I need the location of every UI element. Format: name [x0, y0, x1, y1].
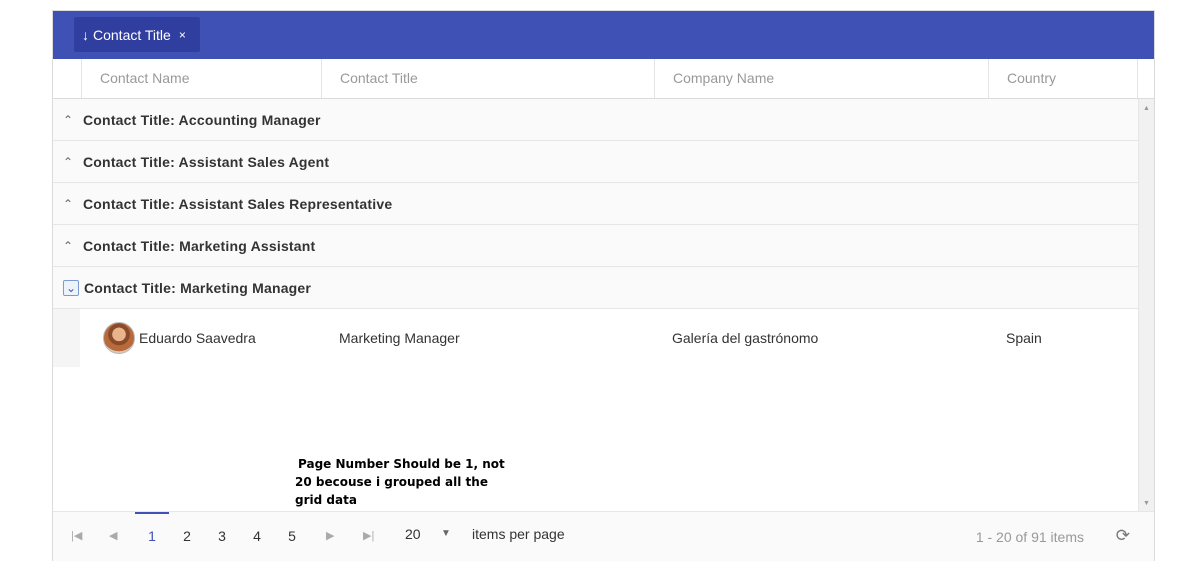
annotation-line: Page Number Should be 1, not — [298, 457, 505, 471]
column-header-country[interactable]: Country — [988, 59, 1138, 98]
scroll-down-icon[interactable]: ▼ — [1143, 500, 1150, 507]
group-row-label: Contact Title: Assistant Sales Represent… — [83, 195, 393, 212]
group-indent-header — [53, 59, 81, 98]
group-row-label: Contact Title: Marketing Assistant — [83, 237, 316, 254]
grid-body: ⌃ Contact Title: Accounting Manager ⌃ Co… — [53, 99, 1138, 511]
cell-country: Spain — [1006, 330, 1042, 346]
cell-contact-name: Eduardo Saavedra — [139, 330, 256, 346]
group-row[interactable]: ⌃ Contact Title: Assistant Sales Represe… — [53, 183, 1138, 225]
cell-company-name: Galería del gastrónomo — [672, 330, 819, 346]
group-panel: ↓ Contact Title × — [53, 11, 1154, 59]
page-size-select[interactable]: 20 — [405, 526, 421, 542]
previous-page-icon[interactable]: ◀ — [109, 529, 117, 542]
pager-info: 1 - 20 of 91 items — [975, 529, 1084, 545]
chevron-up-icon[interactable]: ⌃ — [53, 155, 83, 169]
vertical-scrollbar[interactable]: ▲ ▼ — [1138, 99, 1154, 511]
group-row-label: Contact Title: Marketing Manager — [84, 279, 312, 296]
group-row[interactable]: ⌃ Contact Title: Assistant Sales Agent — [53, 141, 1138, 183]
table-row[interactable]: Eduardo Saavedra Marketing Manager Galer… — [53, 309, 1138, 367]
page-1-button[interactable]: 1 — [135, 528, 169, 544]
close-icon[interactable]: × — [179, 28, 186, 42]
page-3-button[interactable]: 3 — [205, 528, 239, 544]
page-2-button[interactable]: 2 — [170, 528, 204, 544]
column-header-contact-title[interactable]: Contact Title — [321, 59, 654, 98]
pager: |◀ ◀ 1 2 3 4 5 ▶ ▶| 20 ▼ items per page … — [53, 511, 1154, 561]
avatar — [103, 322, 135, 354]
group-indent-cell — [53, 309, 80, 367]
chevron-down-icon[interactable]: ▼ — [441, 528, 451, 539]
group-row[interactable]: ⌄ Contact Title: Marketing Manager — [53, 267, 1138, 309]
next-page-icon[interactable]: ▶ — [326, 529, 334, 542]
chevron-up-icon[interactable]: ⌃ — [53, 239, 83, 253]
chevron-down-icon[interactable]: ⌄ — [63, 279, 79, 296]
active-page-indicator — [135, 512, 169, 514]
page-5-button[interactable]: 5 — [275, 528, 309, 544]
annotation-line: 20 becouse i grouped all the — [295, 475, 488, 489]
annotation-note: Page Number Should be 1, not 20 becouse … — [295, 455, 505, 509]
chevron-up-icon[interactable]: ⌃ — [53, 113, 83, 127]
annotation-line: grid data — [295, 493, 357, 507]
group-row[interactable]: ⌃ Contact Title: Marketing Assistant — [53, 225, 1138, 267]
data-grid: ↓ Contact Title × Contact Name Contact T… — [52, 10, 1155, 561]
sort-arrow-icon[interactable]: ↓ — [82, 27, 89, 43]
column-header-company-name[interactable]: Company Name — [654, 59, 988, 98]
refresh-icon[interactable]: ⟳ — [1116, 526, 1130, 546]
column-header-contact-name[interactable]: Contact Name — [81, 59, 321, 98]
first-page-icon[interactable]: |◀ — [71, 529, 82, 542]
column-header-row: Contact Name Contact Title Company Name … — [53, 59, 1154, 99]
group-row-label: Contact Title: Assistant Sales Agent — [83, 153, 330, 170]
last-page-icon[interactable]: ▶| — [363, 529, 374, 542]
group-row-label: Contact Title: Accounting Manager — [83, 111, 321, 128]
cell-contact-title: Marketing Manager — [339, 330, 460, 346]
chevron-up-icon[interactable]: ⌃ — [53, 197, 83, 211]
scroll-up-icon[interactable]: ▲ — [1143, 105, 1150, 112]
group-row[interactable]: ⌃ Contact Title: Accounting Manager — [53, 99, 1138, 141]
group-chip-label: Contact Title — [93, 26, 171, 43]
group-chip-contact-title[interactable]: ↓ Contact Title × — [74, 17, 200, 52]
page-4-button[interactable]: 4 — [240, 528, 274, 544]
items-per-page-label: items per page — [472, 526, 565, 542]
